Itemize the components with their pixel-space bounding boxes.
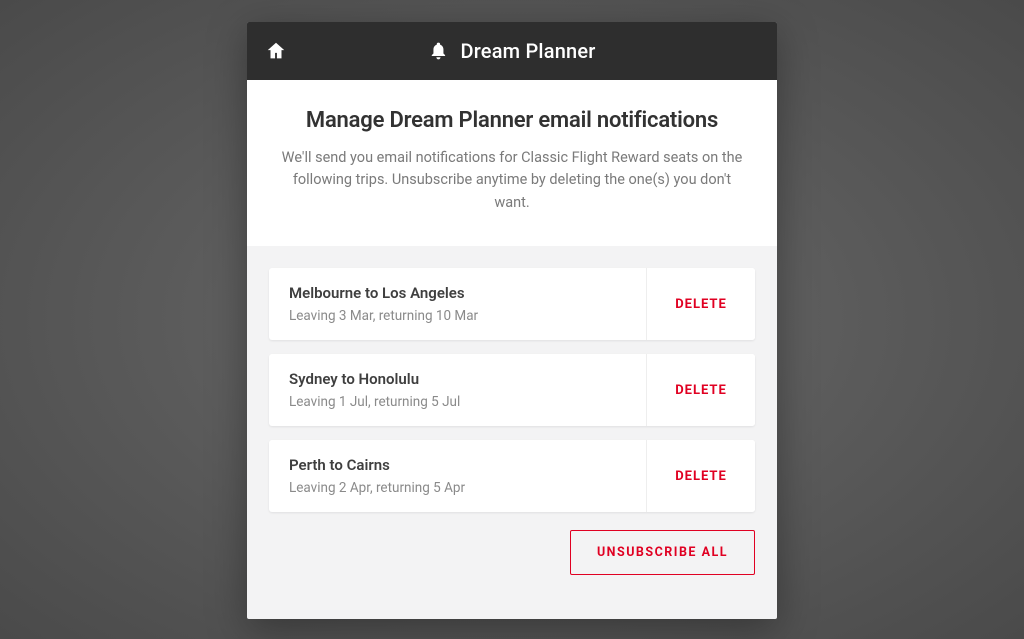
header-title-group: Dream Planner (428, 39, 595, 63)
page-title: Manage Dream Planner email notifications (277, 108, 747, 133)
header-title: Dream Planner (460, 39, 595, 63)
trip-row: Melbourne to Los Angeles Leaving 3 Mar, … (269, 268, 755, 340)
trips-list: Melbourne to Los Angeles Leaving 3 Mar, … (247, 246, 777, 619)
trip-dates: Leaving 3 Mar, returning 10 Mar (289, 308, 626, 324)
trip-dates: Leaving 2 Apr, returning 5 Apr (289, 480, 626, 496)
dream-planner-panel: Dream Planner Manage Dream Planner email… (247, 22, 777, 619)
trip-row: Perth to Cairns Leaving 2 Apr, returning… (269, 440, 755, 512)
delete-button[interactable]: DELETE (647, 354, 755, 426)
bell-icon (428, 41, 448, 61)
intro-section: Manage Dream Planner email notifications… (247, 80, 777, 246)
trip-dates: Leaving 1 Jul, returning 5 Jul (289, 394, 626, 410)
trip-info: Melbourne to Los Angeles Leaving 3 Mar, … (269, 268, 647, 340)
trip-info: Sydney to Honolulu Leaving 1 Jul, return… (269, 354, 647, 426)
trip-row: Sydney to Honolulu Leaving 1 Jul, return… (269, 354, 755, 426)
delete-button[interactable]: DELETE (647, 268, 755, 340)
header-bar: Dream Planner (247, 22, 777, 80)
trip-info: Perth to Cairns Leaving 2 Apr, returning… (269, 440, 647, 512)
unsubscribe-all-button[interactable]: UNSUBSCRIBE ALL (570, 530, 755, 575)
trip-route: Perth to Cairns (289, 456, 626, 474)
trip-route: Sydney to Honolulu (289, 370, 626, 388)
footer-actions: UNSUBSCRIBE ALL (269, 526, 755, 597)
home-icon[interactable] (265, 40, 287, 62)
trip-route: Melbourne to Los Angeles (289, 284, 626, 302)
delete-button[interactable]: DELETE (647, 440, 755, 512)
page-description: We'll send you email notifications for C… (277, 147, 747, 214)
